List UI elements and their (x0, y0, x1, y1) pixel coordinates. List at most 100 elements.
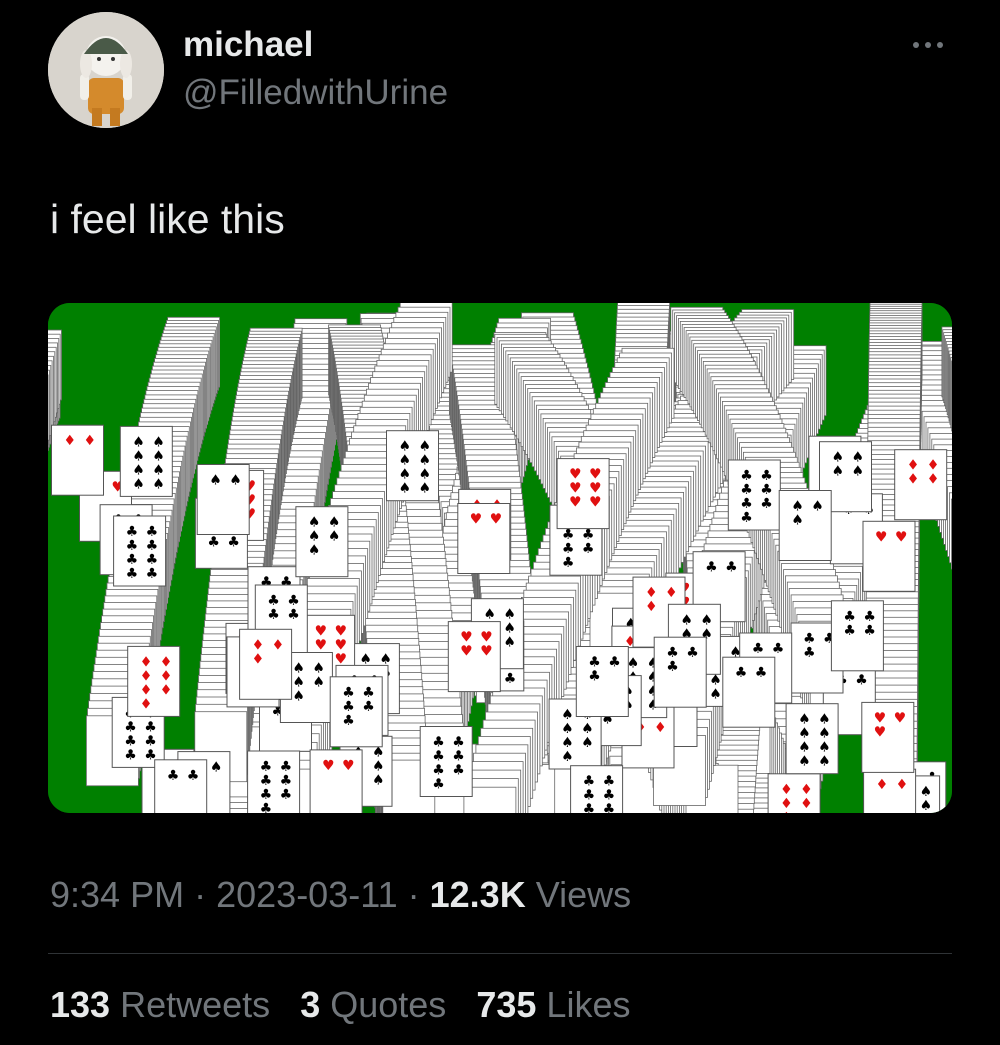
svg-text:♠: ♠ (292, 689, 305, 705)
svg-text:♦: ♦ (665, 585, 678, 601)
svg-text:♣: ♣ (126, 566, 139, 582)
svg-text:♣: ♣ (588, 669, 601, 685)
svg-text:♣: ♣ (755, 665, 768, 681)
divider (48, 953, 952, 954)
quotes-stat[interactable]: 3 Quotes (300, 984, 456, 1025)
tweet-text: i feel like this (50, 196, 285, 242)
svg-text:♥: ♥ (894, 710, 907, 726)
svg-text:♠: ♠ (581, 735, 594, 751)
display-name[interactable]: michael (183, 24, 313, 66)
svg-text:♠: ♠ (132, 476, 145, 492)
svg-text:♣: ♣ (452, 763, 465, 779)
svg-text:♥: ♥ (460, 644, 473, 660)
svg-text:♠: ♠ (818, 754, 831, 770)
tweet-time[interactable]: 9:34 PM (50, 874, 184, 915)
svg-text:♣: ♣ (705, 560, 718, 576)
views-label: Views (535, 874, 632, 915)
svg-text:♠: ♠ (210, 760, 223, 776)
svg-text:♦: ♦ (927, 472, 940, 488)
svg-text:♣: ♣ (562, 555, 575, 571)
svg-text:♦: ♦ (160, 682, 173, 698)
svg-text:♣: ♣ (504, 671, 517, 687)
svg-text:♠: ♠ (209, 473, 222, 489)
svg-text:♣: ♣ (855, 673, 868, 689)
svg-text:♠: ♠ (709, 686, 722, 702)
avatar[interactable] (48, 12, 164, 128)
svg-text:♦: ♦ (876, 777, 889, 793)
retweets-stat[interactable]: 133 Retweets (50, 984, 280, 1025)
svg-text:♥: ♥ (470, 512, 483, 528)
svg-text:♥: ♥ (335, 651, 348, 667)
engagement-stats: 133 Retweets 3 Quotes 735 Likes (50, 982, 650, 1028)
svg-text:♣: ♣ (760, 496, 773, 512)
svg-text:♣: ♣ (582, 541, 595, 557)
tweet-media-image[interactable]: ♥♥♥♥♥♥♥♦♦♥♥♥♥♥♥♣♣♣♣♣♣♣♣♣♣♣♣♣♣♣♣♣♣♣♣♣♠♠♠♠… (48, 303, 952, 813)
svg-text:♠: ♠ (920, 798, 933, 813)
meta-separator: · (194, 874, 207, 915)
svg-text:♠: ♠ (419, 481, 432, 497)
svg-text:♦: ♦ (800, 796, 813, 812)
svg-text:♠: ♠ (561, 749, 574, 765)
svg-text:♦: ♦ (64, 433, 77, 449)
svg-text:♠: ♠ (229, 473, 242, 489)
meta-separator: · (407, 874, 420, 915)
svg-text:♥: ♥ (342, 758, 355, 774)
svg-text:♠: ♠ (832, 464, 845, 480)
views-count: 12.3K (429, 874, 526, 915)
svg-text:♣: ♣ (843, 623, 856, 639)
svg-text:♠: ♠ (152, 476, 165, 492)
svg-text:♣: ♣ (207, 534, 220, 550)
svg-text:♥: ♥ (569, 495, 582, 511)
svg-text:♥: ♥ (322, 758, 335, 774)
svg-text:♣: ♣ (167, 768, 180, 784)
svg-text:♠: ♠ (798, 754, 811, 770)
svg-text:♣: ♣ (362, 699, 375, 715)
svg-text:♣: ♣ (735, 665, 748, 681)
svg-text:♦: ♦ (140, 696, 153, 712)
quotes-count: 3 (300, 984, 321, 1025)
svg-text:♣: ♣ (267, 607, 280, 623)
svg-text:♦: ♦ (907, 472, 920, 488)
svg-text:♣: ♣ (287, 607, 300, 623)
user-handle[interactable]: @FilledwithUrine (183, 72, 448, 114)
svg-text:♣: ♣ (608, 655, 621, 671)
svg-text:♣: ♣ (725, 560, 738, 576)
quotes-label: Quotes (330, 984, 447, 1025)
svg-text:♣: ♣ (740, 510, 753, 526)
svg-text:♣: ♣ (583, 802, 596, 813)
svg-text:♠: ♠ (308, 543, 321, 559)
svg-text:♠: ♠ (328, 529, 341, 545)
solitaire-cascade-image: ♥♥♥♥♥♥♥♦♦♥♥♥♥♥♥♣♣♣♣♣♣♣♣♣♣♣♣♣♣♣♣♣♣♣♣♣♠♠♠♠… (48, 303, 952, 813)
svg-text:♠: ♠ (399, 481, 412, 497)
svg-text:♣: ♣ (124, 747, 137, 763)
retweets-count: 133 (50, 984, 111, 1025)
tweet-date[interactable]: 2023-03-11 (216, 874, 397, 915)
svg-text:♣: ♣ (432, 777, 445, 793)
likes-stat[interactable]: 735 Likes (476, 984, 630, 1025)
svg-text:♣: ♣ (280, 787, 293, 803)
svg-text:♦: ♦ (84, 433, 97, 449)
svg-text:♠: ♠ (811, 499, 824, 515)
svg-text:♥: ♥ (874, 724, 887, 740)
svg-text:♥: ♥ (480, 644, 493, 660)
svg-text:♦: ♦ (654, 720, 667, 736)
more-horizontal-icon (913, 42, 943, 48)
svg-text:♠: ♠ (920, 812, 933, 813)
svg-text:♠: ♠ (372, 772, 385, 788)
svg-text:♣: ♣ (187, 768, 200, 784)
svg-text:♠: ♠ (852, 464, 865, 480)
svg-text:♦: ♦ (780, 810, 793, 813)
svg-text:♥: ♥ (589, 495, 602, 511)
svg-text:♣: ♣ (227, 534, 240, 550)
svg-text:♠: ♠ (312, 675, 325, 691)
svg-text:♣: ♣ (146, 566, 159, 582)
svg-text:♥: ♥ (875, 529, 888, 545)
retweets-label: Retweets (120, 984, 271, 1025)
svg-text:♣: ♣ (803, 645, 816, 661)
svg-text:♦: ♦ (252, 651, 265, 667)
svg-text:♦: ♦ (645, 599, 658, 615)
svg-text:♣: ♣ (603, 802, 616, 813)
more-options-button[interactable] (905, 22, 951, 68)
svg-text:♣: ♣ (772, 641, 785, 657)
svg-text:♠: ♠ (503, 635, 516, 651)
